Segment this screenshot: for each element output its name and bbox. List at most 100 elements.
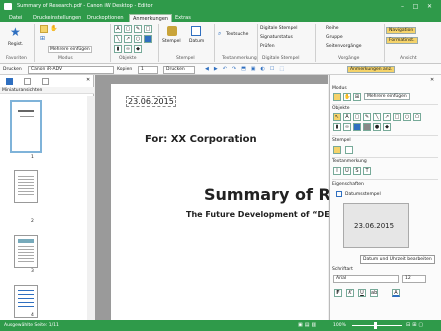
shape-tool-icon[interactable]: ⬠	[413, 113, 421, 121]
tab-druckoptionen[interactable]: Druckoptionen	[84, 14, 127, 22]
tab-anmerkungen[interactable]: Anmerkungen	[129, 14, 173, 22]
stempel-button[interactable]: Stempel	[162, 39, 181, 44]
marker-tool-icon[interactable]: ▮	[333, 123, 341, 131]
fill-rect-gray-icon[interactable]	[363, 123, 371, 131]
textbox-tool-icon[interactable]: ▢	[353, 113, 361, 121]
comments-tab-icon[interactable]	[24, 78, 31, 85]
document-page[interactable]: 23.06.2015 For: XX Corporation Summary o…	[111, 84, 351, 320]
underline-icon[interactable]: U	[343, 167, 351, 175]
link-tool-icon[interactable]: ∞	[124, 45, 132, 53]
marker-tool-icon[interactable]: ▮	[114, 45, 122, 53]
hand-icon[interactable]: ✋	[50, 25, 57, 32]
textbox-tool-icon[interactable]: ▢	[124, 25, 132, 33]
page-thumbnail[interactable]	[10, 100, 42, 153]
strikethrough-icon[interactable]: S	[353, 167, 361, 175]
toolbar-icons[interactable]: ◀▶↶↷⬒▣◐☐⬚	[205, 66, 289, 72]
arrow-tool-icon[interactable]: ↗	[383, 113, 391, 121]
page-thumbnail[interactable]	[14, 285, 38, 318]
rect-tool-icon[interactable]: □	[393, 113, 401, 121]
select-mode-icon[interactable]	[333, 93, 341, 101]
bold-icon[interactable]: F	[334, 289, 342, 297]
star-icon[interactable]: ★	[10, 26, 21, 38]
page-number: 1	[31, 155, 34, 160]
view-mode-icons[interactable]: ▣▤▥	[298, 322, 318, 328]
strike-text-icon[interactable]: ab	[370, 289, 378, 297]
thumbnail-scrollbar[interactable]	[87, 96, 94, 320]
select-mode-icon[interactable]	[40, 25, 48, 33]
page-number: 3	[31, 269, 34, 274]
window-title: Summary of Research.pdf - Canon iW Deskt…	[17, 3, 153, 9]
highlight-icon[interactable]: I	[333, 167, 341, 175]
page-thumbnail[interactable]	[14, 170, 38, 203]
printer-select[interactable]: Canon iR-ADV	[28, 65, 114, 74]
bookmarks-tab-icon[interactable]	[42, 78, 49, 85]
mehrere-einfuegen-button[interactable]: Mehrere einfügen	[364, 93, 410, 100]
hand-icon[interactable]: ✋	[343, 93, 351, 101]
fill-rect-tool-icon[interactable]	[144, 35, 152, 43]
search-icon[interactable]: ⌕	[218, 30, 221, 38]
zoom-slider[interactable]	[352, 325, 402, 326]
datum-button[interactable]: Datum	[189, 39, 204, 44]
calendar-icon[interactable]	[345, 146, 353, 154]
textsuche-button[interactable]: Textsuche	[226, 32, 248, 37]
panel-pin-icon[interactable]: ✕	[430, 77, 434, 83]
tab-extras[interactable]: Extras	[172, 14, 194, 22]
font-select[interactable]: Arial	[333, 275, 399, 283]
underline-text-icon[interactable]: U	[358, 289, 366, 297]
maximize-icon[interactable]: □	[410, 2, 421, 11]
seitenvorgaenge-button[interactable]: Seitenvorgänge	[326, 44, 362, 49]
text-edit-icon[interactable]: T	[363, 167, 371, 175]
fill-rect-tool-icon[interactable]	[353, 123, 361, 131]
tab-druckeinstellungen[interactable]: Druckeinstellungen	[30, 14, 84, 22]
rect-tool-icon[interactable]: □	[144, 25, 152, 33]
fill-ellipse-icon[interactable]: ●	[373, 123, 381, 131]
zoom-icon[interactable]: ⊞	[353, 93, 361, 101]
text-tool-icon[interactable]: A	[114, 25, 122, 33]
tab-datei[interactable]: Datei	[6, 14, 25, 22]
group-digitale-stempel: Digitale Stempel	[262, 56, 300, 61]
ellipse-tool-icon[interactable]: ○	[403, 113, 411, 121]
minimize-icon[interactable]: –	[397, 2, 408, 11]
font-color-icon[interactable]: A	[392, 289, 400, 297]
select-mode-icon[interactable]: ↖	[333, 113, 341, 121]
mode-extra-icon[interactable]: ⊞	[40, 35, 45, 42]
stamp-icon[interactable]	[333, 146, 341, 154]
fit-icons[interactable]: ⊟⊞▢	[406, 322, 425, 328]
gruppe-button[interactable]: Gruppe	[326, 35, 343, 40]
shape-fill-icon[interactable]: ◆	[383, 123, 391, 131]
link-tool-icon[interactable]: ∞	[343, 123, 351, 131]
group-ansicht: Ansicht	[400, 56, 417, 61]
regist-button[interactable]: Regist.	[8, 42, 23, 47]
font-size-select[interactable]: 12	[402, 275, 426, 283]
shape-tool-icon[interactable]: ◆	[134, 45, 142, 53]
drucken-button[interactable]: Drucken	[163, 65, 195, 74]
preview-date: 23.06.2015	[354, 222, 395, 230]
date-stamp[interactable]: 23.06.2015	[126, 96, 176, 107]
line-tool-icon[interactable]: ╲	[373, 113, 381, 121]
pen-tool-icon[interactable]: ✎	[134, 25, 142, 33]
italic-icon[interactable]: K	[346, 289, 354, 297]
anmerkungen-anzeigen-button[interactable]: Anmerkungen anz.	[347, 66, 396, 73]
zoom-thumb[interactable]	[374, 322, 377, 329]
signaturstatus-button[interactable]: Signaturstatus	[260, 35, 293, 40]
navigation-button[interactable]: Navigation	[386, 27, 417, 34]
pen-tool-icon[interactable]: ✎	[363, 113, 371, 121]
arrow-tool-icon[interactable]: ↗	[124, 35, 132, 43]
close-icon[interactable]: ✕	[424, 2, 435, 11]
ellipse-tool-icon[interactable]: ○	[134, 35, 142, 43]
thumbnails-tab-icon[interactable]	[6, 78, 13, 85]
page-thumbnail[interactable]	[14, 235, 38, 268]
reihe-button[interactable]: Reihe	[326, 26, 339, 31]
close-panel-icon[interactable]: ✕	[86, 77, 90, 83]
pruefen-button[interactable]: Prüfen	[260, 44, 275, 49]
formatinst-button[interactable]: Formatinst.	[386, 37, 418, 44]
calendar-icon[interactable]	[191, 26, 201, 36]
copies-field[interactable]: 1	[138, 65, 158, 74]
line-tool-icon[interactable]: ╲	[114, 35, 122, 43]
digitale-stempel-button[interactable]: Digitale Stempel	[260, 26, 297, 31]
ribbon: ★ Regist. Favoriten ✋ ⊞ Mehrere einfügen…	[0, 22, 441, 64]
mehrere-einfuegen-button[interactable]: Mehrere einfügen	[48, 46, 92, 53]
text-tool-icon[interactable]: A	[343, 113, 351, 121]
stamp-icon[interactable]	[167, 26, 177, 36]
title-bar: Summary of Research.pdf - Canon iW Deskt…	[0, 0, 441, 13]
